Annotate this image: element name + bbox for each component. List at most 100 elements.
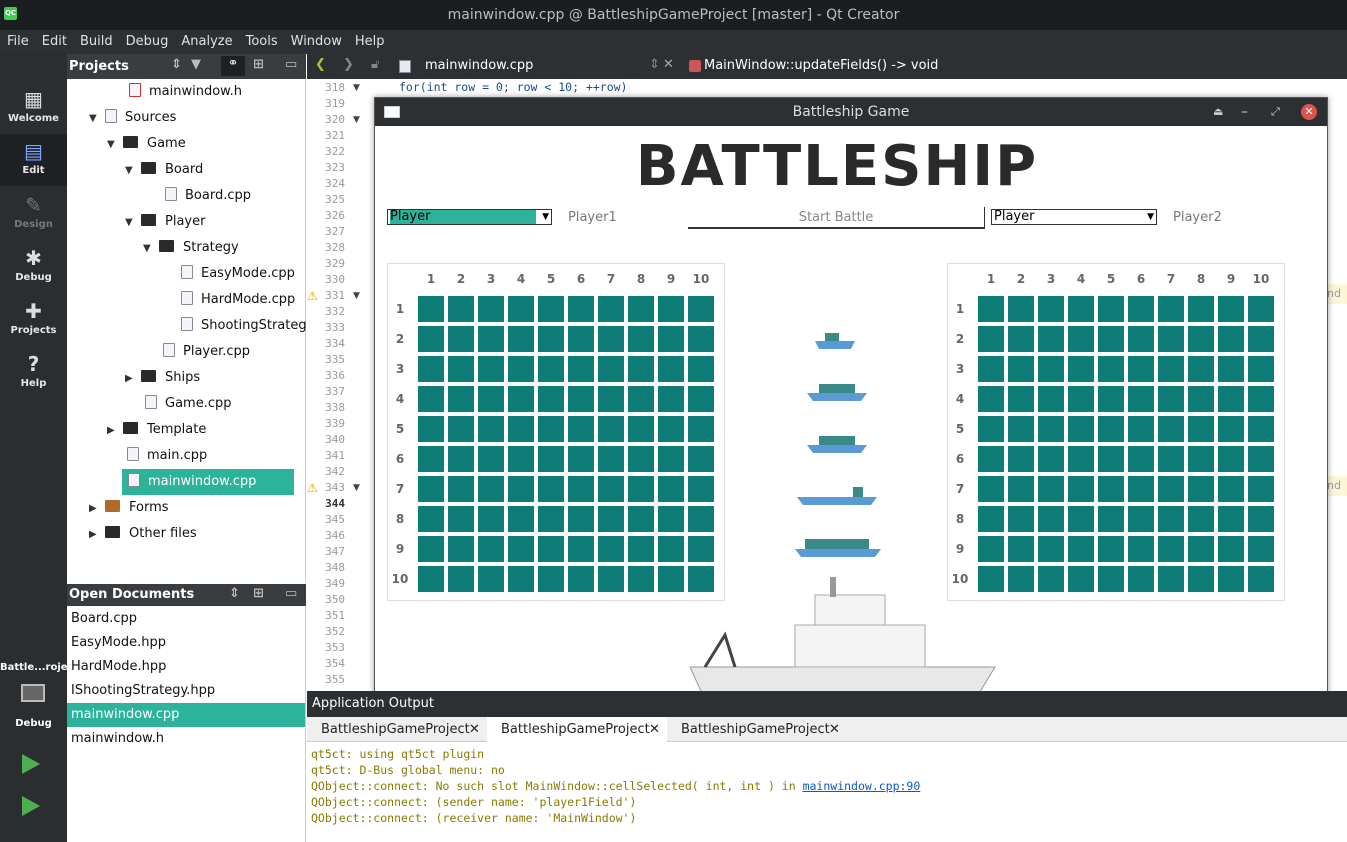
- list-item[interactable]: HardMode.hpp: [67, 655, 305, 679]
- board-cell[interactable]: [1008, 356, 1034, 382]
- menu-build[interactable]: Build: [73, 30, 119, 49]
- board-cell[interactable]: [688, 506, 714, 532]
- tree-item[interactable]: main.cpp: [127, 443, 207, 469]
- board-cell[interactable]: [1128, 536, 1154, 562]
- board-cell[interactable]: [478, 506, 504, 532]
- board-cell[interactable]: [1128, 446, 1154, 472]
- board-cell[interactable]: [448, 386, 474, 412]
- split-icon[interactable]: ⊞: [253, 586, 264, 601]
- board-cell[interactable]: [478, 476, 504, 502]
- board-cell[interactable]: [1068, 536, 1094, 562]
- close-pane-icon[interactable]: ▭: [285, 586, 297, 601]
- board-cell[interactable]: [628, 296, 654, 322]
- board-cell[interactable]: [1218, 506, 1244, 532]
- board-cell[interactable]: [568, 326, 594, 352]
- board-cell[interactable]: [1128, 356, 1154, 382]
- board-cell[interactable]: [418, 386, 444, 412]
- menu-window[interactable]: Window: [284, 30, 348, 49]
- board-cell[interactable]: [628, 476, 654, 502]
- start-battle-button[interactable]: Start Battle: [688, 207, 985, 229]
- board-cell[interactable]: [1188, 506, 1214, 532]
- board-cell[interactable]: [658, 296, 684, 322]
- chevron-right-icon[interactable]: ▶: [89, 522, 99, 548]
- board-cell[interactable]: [538, 326, 564, 352]
- filter-icon[interactable]: ▼: [191, 57, 201, 72]
- menu-file[interactable]: File: [0, 30, 35, 49]
- board-cell[interactable]: [1158, 536, 1184, 562]
- source-link[interactable]: mainwindow.cpp:90: [803, 779, 921, 793]
- board-cell[interactable]: [508, 536, 534, 562]
- list-item[interactable]: mainwindow.h: [67, 727, 305, 751]
- board-cell[interactable]: [1218, 326, 1244, 352]
- forward-icon[interactable]: ❯: [343, 57, 354, 72]
- board-cell[interactable]: [978, 446, 1004, 472]
- board-cell[interactable]: [448, 356, 474, 382]
- board-cell[interactable]: [658, 326, 684, 352]
- board-cell[interactable]: [1188, 536, 1214, 562]
- kit-project-label[interactable]: Battle...roject: [0, 662, 78, 673]
- board-cell[interactable]: [598, 536, 624, 562]
- tree-item[interactable]: ▶ Other files: [89, 521, 197, 547]
- list-item[interactable]: EasyMode.hpp: [67, 631, 305, 655]
- board-cell[interactable]: [568, 446, 594, 472]
- board-cell[interactable]: [418, 536, 444, 562]
- board-cell[interactable]: [1008, 296, 1034, 322]
- board-cell[interactable]: [978, 296, 1004, 322]
- board-cell[interactable]: [568, 356, 594, 382]
- board-cell[interactable]: [478, 446, 504, 472]
- chevron-right-icon[interactable]: ▶: [107, 418, 117, 444]
- board-cell[interactable]: [538, 386, 564, 412]
- board-cell[interactable]: [448, 446, 474, 472]
- board-cell[interactable]: [1158, 356, 1184, 382]
- board-cell[interactable]: [688, 326, 714, 352]
- menu-analyze[interactable]: Analyze: [174, 30, 238, 49]
- tree-item[interactable]: mainwindow.h: [129, 79, 242, 105]
- board-cell[interactable]: [1128, 326, 1154, 352]
- tree-item[interactable]: EasyMode.cpp: [181, 261, 295, 287]
- board-cell[interactable]: [418, 296, 444, 322]
- board-cell[interactable]: [1098, 446, 1124, 472]
- fold-icon[interactable]: ▼: [353, 483, 360, 493]
- board-cell[interactable]: [508, 356, 534, 382]
- board-cell[interactable]: [1068, 296, 1094, 322]
- board-cell[interactable]: [1008, 536, 1034, 562]
- chevron-down-icon[interactable]: ▼: [143, 236, 153, 262]
- close-pane-icon[interactable]: ▭: [285, 57, 297, 72]
- board-cell[interactable]: [568, 386, 594, 412]
- tree-item[interactable]: ▶ Forms: [89, 495, 169, 521]
- board-cell[interactable]: [978, 356, 1004, 382]
- board-cell[interactable]: [1068, 506, 1094, 532]
- tree-item[interactable]: Player.cpp: [163, 339, 250, 365]
- board-cell[interactable]: [538, 506, 564, 532]
- board-cell[interactable]: [598, 476, 624, 502]
- run-icon[interactable]: [22, 754, 40, 774]
- board-cell[interactable]: [628, 506, 654, 532]
- tree-item[interactable]: ▶ Ships: [125, 365, 200, 391]
- chevron-down-icon[interactable]: ▼: [125, 158, 135, 184]
- board-cell[interactable]: [1008, 416, 1034, 442]
- board-cell[interactable]: [658, 506, 684, 532]
- board-cell[interactable]: [478, 326, 504, 352]
- tree-item[interactable]: ShootingStrateg: [181, 313, 306, 339]
- tree-item[interactable]: ▼ Board: [125, 157, 203, 183]
- board-cell[interactable]: [1098, 386, 1124, 412]
- board-cell[interactable]: [418, 356, 444, 382]
- board-cell[interactable]: [1158, 446, 1184, 472]
- board-cell[interactable]: [658, 446, 684, 472]
- board-cell[interactable]: [1158, 506, 1184, 532]
- monitor-icon[interactable]: [21, 684, 45, 702]
- board-cell[interactable]: [448, 506, 474, 532]
- board-cell[interactable]: [508, 386, 534, 412]
- split-icon[interactable]: ⊞: [253, 57, 264, 72]
- menu-tools[interactable]: Tools: [239, 30, 284, 49]
- warning-icon[interactable]: ⚠: [307, 481, 318, 495]
- mode-help[interactable]: ? Help: [0, 347, 67, 399]
- tree-item[interactable]: ▶ Template: [107, 417, 206, 443]
- board-cell[interactable]: [448, 476, 474, 502]
- chevron-down-icon[interactable]: ▼: [125, 210, 135, 236]
- debug-run-icon[interactable]: [22, 796, 40, 816]
- board-cell[interactable]: [1188, 476, 1214, 502]
- board-cell[interactable]: [1038, 536, 1064, 562]
- tree-item[interactable]: ▼ Strategy: [143, 235, 239, 261]
- board-cell[interactable]: [448, 326, 474, 352]
